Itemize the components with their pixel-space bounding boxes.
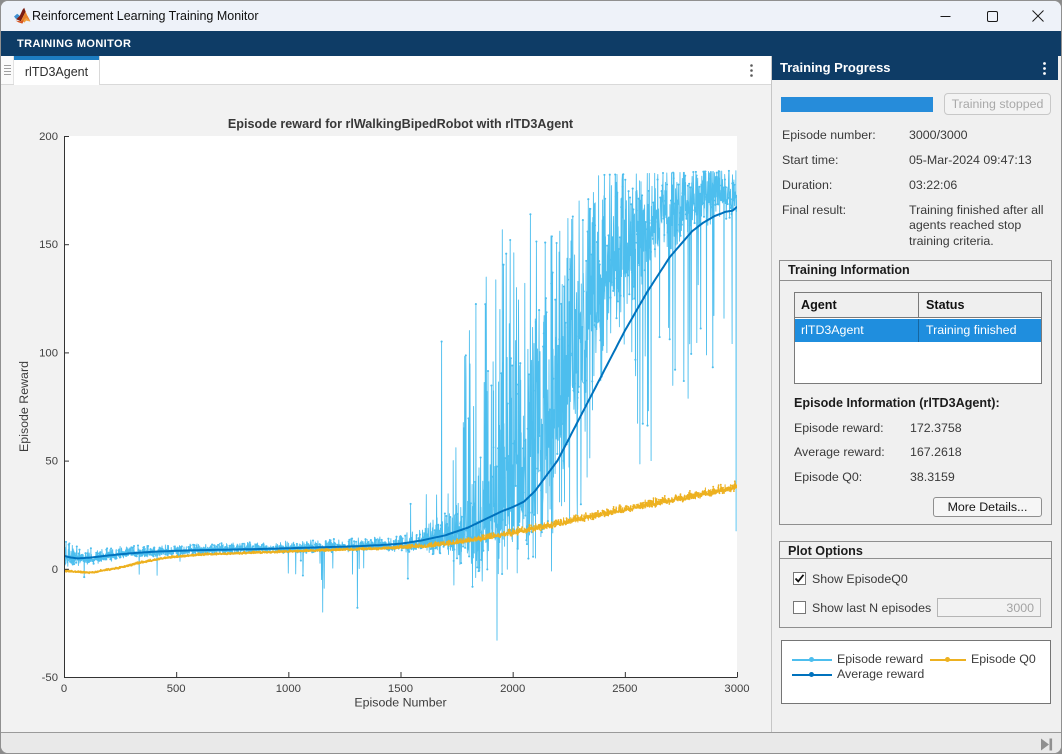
training-progress-panel: Training Progress Training stopped Episo… [772,56,1057,732]
document-tab-strip: rlTD3Agent [1,56,771,85]
svg-text:50: 50 [45,456,58,468]
svg-text:Episode Number: Episode Number [354,696,446,710]
field-label: Start time: [782,153,838,167]
column-divider [918,293,919,318]
cell-agent: rlTD3Agent [801,319,864,342]
tab-label: rlTD3Agent [14,60,99,84]
svg-text:2000: 2000 [500,683,525,695]
svg-text:2500: 2500 [612,683,637,695]
svg-text:0: 0 [52,564,58,576]
more-details-button[interactable]: More Details... [933,497,1042,517]
field-value: 3000/3000 [909,128,1055,143]
toolstrip-tab-training-monitor[interactable]: TRAINING MONITOR [17,31,131,56]
svg-text:Episode Reward: Episode Reward [17,361,31,452]
show-last-n-checkbox[interactable] [793,601,806,614]
last-n-episodes-input[interactable] [937,598,1041,617]
panel-header: Training Progress [772,56,1058,80]
svg-text:1000: 1000 [276,683,301,695]
field-value: Training finished after all agents reach… [909,203,1055,249]
expand-panel-icon[interactable] [1039,737,1054,752]
svg-text:Episode reward for rlWalkingBi: Episode reward for rlWalkingBipedRobot w… [228,117,574,131]
field-label: Episode number: [782,128,876,142]
legend-marker-dot [809,672,814,677]
column-divider [918,319,919,342]
app-window: Reinforcement Learning Training Monitor … [0,0,1062,754]
field-label: Duration: [782,178,832,192]
group-separator [780,280,1051,281]
stat-label: Episode reward: [794,421,884,435]
close-button[interactable] [1014,1,1061,31]
tab-rltd3agent[interactable]: rlTD3Agent [14,56,100,85]
stat-value: 172.3758 [910,421,962,435]
legend-label: Average reward [837,667,924,682]
table-row[interactable]: rlTD3Agent Training finished [795,319,1041,342]
stat-value: 167.2618 [910,445,962,459]
field-label: Final result: [782,203,846,217]
svg-text:-50: -50 [42,672,58,684]
progress-fill [781,97,933,112]
stat-label: Episode Q0: [794,470,862,484]
svg-text:1500: 1500 [388,683,413,695]
status-bar [1,732,1061,754]
svg-text:0: 0 [61,683,67,695]
maximize-button[interactable] [969,1,1016,31]
table-header: Agent Status [795,293,1041,318]
title-bar: Reinforcement Learning Training Monitor [1,1,1061,31]
episode-information-title: Episode Information (rlTD3Agent): [794,396,1000,410]
toolstrip: TRAINING MONITOR [1,31,1061,56]
cell-status: Training finished [926,319,1016,342]
field-value: 03:22:06 [909,178,1055,193]
legend-marker-dot [809,657,814,662]
checkbox-label: Show EpisodeQ0 [812,572,908,586]
minimize-button[interactable] [922,1,969,31]
grip-handle-icon[interactable] [4,65,11,76]
legend-label: Episode reward [837,652,923,667]
legend-item-episode-q0: Episode Q0 [930,652,1050,667]
panel-menu-icon[interactable] [1034,56,1054,80]
checkbox-label: Show last N episodes [812,601,931,615]
chart-legend: Episode reward Episode Q0 Average reward [781,640,1051,704]
group-separator [780,558,1051,559]
show-episodeq0-checkbox[interactable] [793,572,806,585]
column-header-agent: Agent [801,293,837,318]
svg-text:100: 100 [39,347,58,359]
column-header-status: Status [926,293,965,318]
legend-marker-dot [945,657,950,662]
legend-item-average-reward: Average reward [792,667,922,682]
panel-title: Training Progress [780,56,891,80]
svg-text:200: 200 [39,131,58,143]
legend-item-episode-reward: Episode reward [792,652,922,667]
plot-options-group: Plot Options Show EpisodeQ0 Show last N … [779,541,1052,628]
panel-grip-column [1,56,14,84]
tab-strip-menu-icon[interactable] [742,56,760,84]
training-stopped-button[interactable]: Training stopped [944,93,1051,115]
field-value: 05-Mar-2024 09:47:13 [909,153,1055,168]
training-chart: -50050100150200050010001500200025003000E… [1,85,771,732]
training-progress-bar [781,97,933,112]
group-title: Plot Options [788,544,863,558]
training-information-group: Training Information Agent Status rlTD3A… [779,260,1052,525]
stat-label: Average reward: [794,445,885,459]
svg-text:150: 150 [39,239,58,251]
svg-text:500: 500 [167,683,186,695]
matlab-logo-icon [14,7,33,25]
legend-label: Episode Q0 [971,652,1036,667]
svg-text:3000: 3000 [724,683,749,695]
window-title: Reinforcement Learning Training Monitor [32,1,259,31]
group-title: Training Information [788,263,910,277]
agent-status-table: Agent Status rlTD3Agent Training finishe… [794,292,1042,384]
stat-value: 38.3159 [910,470,955,484]
